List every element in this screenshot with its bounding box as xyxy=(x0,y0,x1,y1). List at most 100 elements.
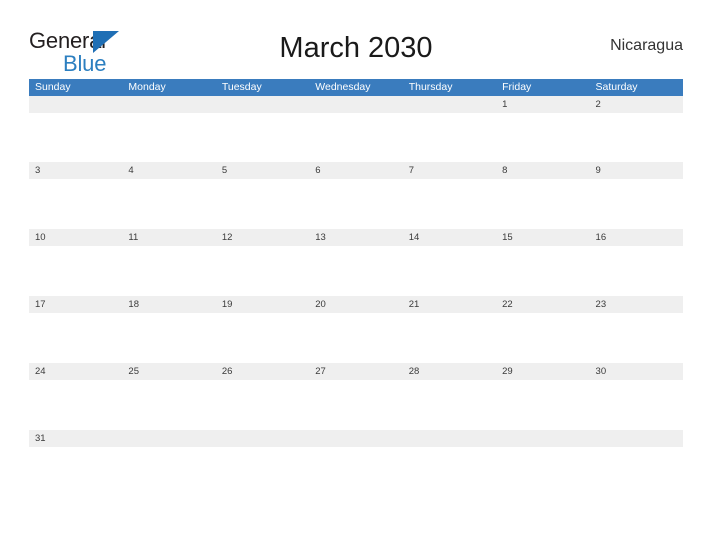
weekday-header-row: Sunday Monday Tuesday Wednesday Thursday… xyxy=(29,79,683,96)
country-label: Nicaragua xyxy=(610,37,683,54)
day-cell[interactable]: 20 xyxy=(309,296,402,313)
day-cell[interactable] xyxy=(122,96,215,113)
week-row: 31 xyxy=(29,430,683,452)
weekday-header-sunday: Sunday xyxy=(35,81,71,93)
day-note-area[interactable] xyxy=(29,380,122,429)
day-cell[interactable]: 27 xyxy=(309,363,402,380)
day-note-area[interactable] xyxy=(590,179,683,228)
day-cell[interactable]: 28 xyxy=(403,363,496,380)
day-cell[interactable]: 23 xyxy=(590,296,683,313)
day-cell[interactable]: 13 xyxy=(309,229,402,246)
day-cell[interactable]: 29 xyxy=(496,363,589,380)
day-note-area[interactable] xyxy=(496,313,589,362)
week-row: 17 18 19 20 21 22 23 xyxy=(29,296,683,363)
day-cell[interactable] xyxy=(496,430,589,447)
day-cell[interactable] xyxy=(29,96,122,113)
day-cell[interactable]: 12 xyxy=(216,229,309,246)
week-body xyxy=(29,380,683,429)
day-note-area[interactable] xyxy=(403,380,496,429)
week-row: 1 2 xyxy=(29,96,683,162)
day-cell[interactable]: 30 xyxy=(590,363,683,380)
day-note-area[interactable] xyxy=(403,179,496,228)
day-cell[interactable]: 3 xyxy=(29,162,122,179)
day-cell[interactable]: 11 xyxy=(122,229,215,246)
day-cell[interactable]: 5 xyxy=(216,162,309,179)
day-note-area[interactable] xyxy=(309,313,402,362)
day-note-area[interactable] xyxy=(309,113,402,162)
day-cell[interactable]: 18 xyxy=(122,296,215,313)
day-note-area[interactable] xyxy=(403,313,496,362)
day-cell[interactable]: 7 xyxy=(403,162,496,179)
day-note-area[interactable] xyxy=(309,380,402,429)
day-note-area[interactable] xyxy=(496,113,589,162)
week-row: 10 11 12 13 14 15 16 xyxy=(29,229,683,296)
day-cell[interactable] xyxy=(216,96,309,113)
week-row: 3 4 5 6 7 8 9 xyxy=(29,162,683,229)
day-cell[interactable]: 15 xyxy=(496,229,589,246)
week-body xyxy=(29,246,683,295)
day-note-area[interactable] xyxy=(29,246,122,295)
day-note-area[interactable] xyxy=(29,179,122,228)
day-note-area[interactable] xyxy=(29,313,122,362)
day-note-area[interactable] xyxy=(216,179,309,228)
calendar-page: General Blue March 2030 Nicaragua Sunday… xyxy=(0,0,712,550)
day-cell[interactable]: 8 xyxy=(496,162,589,179)
day-cell[interactable] xyxy=(309,96,402,113)
week-body xyxy=(29,179,683,228)
day-note-area[interactable] xyxy=(403,113,496,162)
day-note-area[interactable] xyxy=(29,113,122,162)
day-cell[interactable] xyxy=(309,430,402,447)
day-note-area[interactable] xyxy=(309,179,402,228)
day-note-area[interactable] xyxy=(122,113,215,162)
day-note-area[interactable] xyxy=(122,246,215,295)
week-body xyxy=(29,313,683,362)
page-header: General Blue March 2030 Nicaragua xyxy=(29,26,683,75)
day-cell[interactable]: 22 xyxy=(496,296,589,313)
day-cell[interactable]: 21 xyxy=(403,296,496,313)
day-cell[interactable]: 25 xyxy=(122,363,215,380)
weekday-header-saturday: Saturday xyxy=(595,81,638,93)
week-row: 24 25 26 27 28 29 30 xyxy=(29,363,683,430)
weekday-header-wednesday: Wednesday xyxy=(315,81,371,93)
day-cell[interactable]: 10 xyxy=(29,229,122,246)
day-note-area[interactable] xyxy=(216,113,309,162)
day-cell[interactable] xyxy=(216,430,309,447)
day-cell[interactable]: 4 xyxy=(122,162,215,179)
day-note-area[interactable] xyxy=(403,246,496,295)
day-note-area[interactable] xyxy=(496,380,589,429)
week-date-band: 24 25 26 27 28 29 30 xyxy=(29,363,683,380)
week-date-band: 3 4 5 6 7 8 9 xyxy=(29,162,683,179)
day-cell[interactable]: 2 xyxy=(590,96,683,113)
day-note-area[interactable] xyxy=(309,246,402,295)
day-note-area[interactable] xyxy=(590,313,683,362)
day-cell[interactable]: 6 xyxy=(309,162,402,179)
day-note-area[interactable] xyxy=(590,246,683,295)
day-cell[interactable]: 17 xyxy=(29,296,122,313)
day-note-area[interactable] xyxy=(122,380,215,429)
day-cell[interactable]: 1 xyxy=(496,96,589,113)
day-note-area[interactable] xyxy=(216,246,309,295)
day-note-area[interactable] xyxy=(216,380,309,429)
day-cell[interactable]: 16 xyxy=(590,229,683,246)
page-title: March 2030 xyxy=(279,32,433,64)
day-note-area[interactable] xyxy=(590,113,683,162)
day-cell[interactable]: 19 xyxy=(216,296,309,313)
day-note-area[interactable] xyxy=(216,313,309,362)
day-cell[interactable] xyxy=(590,430,683,447)
day-cell[interactable]: 26 xyxy=(216,363,309,380)
week-date-band: 1 2 xyxy=(29,96,683,113)
calendar-grid: Sunday Monday Tuesday Wednesday Thursday… xyxy=(29,79,683,452)
day-note-area[interactable] xyxy=(590,380,683,429)
day-cell[interactable] xyxy=(403,430,496,447)
day-cell[interactable]: 9 xyxy=(590,162,683,179)
day-cell[interactable] xyxy=(403,96,496,113)
weekday-header-monday: Monday xyxy=(128,81,166,93)
day-cell[interactable]: 24 xyxy=(29,363,122,380)
day-note-area[interactable] xyxy=(496,246,589,295)
day-cell[interactable]: 14 xyxy=(403,229,496,246)
day-note-area[interactable] xyxy=(122,179,215,228)
day-note-area[interactable] xyxy=(122,313,215,362)
day-note-area[interactable] xyxy=(496,179,589,228)
day-cell[interactable] xyxy=(122,430,215,447)
day-cell[interactable]: 31 xyxy=(29,430,122,447)
